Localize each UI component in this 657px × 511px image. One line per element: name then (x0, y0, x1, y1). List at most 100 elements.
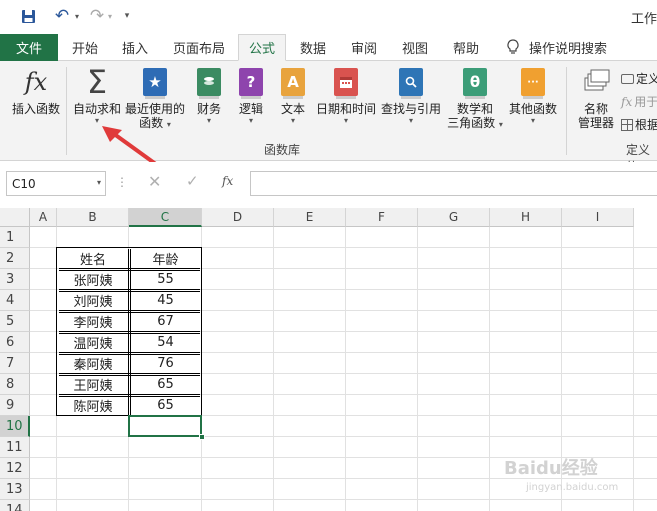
more-functions-button[interactable]: ··· 其他函数 ▾ (504, 65, 562, 126)
selected-cell-c10[interactable] (128, 415, 202, 437)
enter-check-icon[interactable]: ✓ (186, 172, 199, 190)
text-book-icon: A (278, 65, 308, 99)
gridline-vertical (417, 227, 418, 511)
tab-view[interactable]: 视图 (394, 34, 436, 61)
tab-data[interactable]: 数据 (292, 34, 334, 61)
math-icon-symbol: θ (463, 68, 487, 99)
row-header-12[interactable]: 12 (0, 458, 30, 479)
insert-function-button[interactable]: fx 插入函数 (8, 65, 64, 116)
tab-formulas[interactable]: 公式 (238, 34, 286, 61)
row-header-8[interactable]: 8 (0, 374, 30, 395)
column-header-a[interactable]: A (30, 208, 57, 227)
math-trig-label-1: 数学和 (456, 102, 493, 116)
title-bar: ↶ ▾ ↷ ▾ ▾ 工作 (0, 0, 657, 34)
undo-dropdown-icon[interactable]: ▾ (72, 6, 82, 26)
undo-icon[interactable]: ↶ (50, 6, 74, 26)
name-manager-label-2: 管理器 (577, 116, 614, 130)
create-from-selection-button[interactable]: 根据 (621, 116, 657, 133)
math-trig-label-2-text: 三角函数 (447, 116, 496, 130)
tab-help[interactable]: 帮助 (445, 34, 487, 61)
select-all-corner[interactable] (0, 208, 30, 227)
row-header-11[interactable]: 11 (0, 437, 30, 458)
row-header-9[interactable]: 9 (0, 395, 30, 416)
column-header-d[interactable]: D (202, 208, 274, 227)
baidu-watermark: Baidu经验 jingyan.baidu.com (504, 454, 634, 504)
fill-handle[interactable] (199, 434, 205, 440)
tab-review[interactable]: 审阅 (343, 34, 385, 61)
lightbulb-icon (507, 39, 519, 54)
customize-qat-icon[interactable]: ▾ (120, 6, 134, 26)
column-header-f[interactable]: F (346, 208, 418, 227)
sigma-icon-symbol: Σ (86, 63, 108, 101)
tab-home[interactable]: 开始 (64, 34, 106, 61)
more-functions-caret-icon: ▾ (530, 116, 535, 125)
name-box-value: C10 (12, 176, 36, 191)
ribbon-tabs: 文件 开始 插入 页面布局 公式 数据 审阅 视图 帮助 操作说明搜索 (0, 34, 657, 61)
insert-function-label: 插入函数 (11, 102, 60, 116)
financial-button[interactable]: 财务 ▾ (192, 65, 226, 126)
use-in-formula-button[interactable]: fx 用于 (621, 93, 657, 110)
row-header-5[interactable]: 5 (0, 311, 30, 332)
insert-function-fx-icon[interactable]: fx (222, 174, 233, 188)
text-button[interactable]: A 文本 ▾ (276, 65, 310, 126)
math-trig-button[interactable]: θ 数学和 三角函数 ▾ (444, 65, 506, 130)
row-header-3[interactable]: 3 (0, 269, 30, 290)
gridline-vertical (489, 227, 490, 511)
save-icon[interactable] (18, 6, 38, 26)
column-header-g[interactable]: G (418, 208, 490, 227)
math-trig-label-2: 三角函数 ▾ (447, 116, 503, 130)
coins-book-icon (194, 65, 224, 99)
undo-symbol: ↶ (54, 6, 70, 26)
gridline-vertical (273, 227, 274, 511)
redo-dropdown-icon[interactable]: ▾ (105, 6, 115, 26)
define-name-button[interactable]: 定义 (621, 70, 657, 87)
formula-bar-grip-icon[interactable]: ⋮ (116, 175, 128, 189)
text-caret-icon: ▾ (290, 116, 295, 125)
dots-book-icon: ··· (518, 65, 548, 99)
row-header-10[interactable]: 10 (0, 416, 30, 437)
formula-fx-icon: fx (621, 94, 633, 109)
gridline-vertical (345, 227, 346, 511)
table-column-border (128, 249, 129, 415)
column-header-b[interactable]: B (57, 208, 129, 227)
grid-selection-icon (621, 118, 633, 131)
lookup-reference-button[interactable]: 查找与引用 ▾ (380, 65, 442, 126)
row-header-14[interactable]: 14 (0, 500, 30, 511)
use-in-formula-label: 用于 (634, 95, 657, 109)
column-header-e[interactable]: E (274, 208, 346, 227)
redo-symbol: ↷ (89, 6, 105, 26)
spreadsheet-grid[interactable]: A B C D E F G H I 1 2 3 4 5 6 7 8 9 10 11 12 13 14 姓名 年龄 张阿姨 55 刘阿姨… (0, 208, 657, 511)
text-icon-symbol: A (281, 68, 305, 99)
watermark-url: jingyan.baidu.com (526, 482, 619, 493)
tell-me-search[interactable]: 操作说明搜索 (528, 34, 608, 61)
cancel-icon[interactable]: ✕ (148, 172, 161, 191)
row-header-1[interactable]: 1 (0, 227, 30, 248)
name-box[interactable]: C10 ▾ (6, 171, 106, 196)
column-header-i[interactable]: I (562, 208, 634, 227)
name-manager-button[interactable]: 名称 管理器 (574, 65, 618, 130)
row-header-6[interactable]: 6 (0, 332, 30, 353)
tab-page-layout[interactable]: 页面布局 (166, 34, 232, 61)
datetime-label: 日期和时间 (315, 102, 376, 116)
recently-used-button[interactable]: ★ 最近使用的 函数 ▾ (124, 65, 186, 130)
column-header-h[interactable]: H (490, 208, 562, 227)
autosum-button[interactable]: Σ 自动求和 ▾ (70, 65, 124, 126)
tab-insert[interactable]: 插入 (114, 34, 156, 61)
function-icon-symbol: fx (24, 68, 48, 96)
lookup-reference-caret-icon: ▾ (408, 116, 413, 125)
name-box-dropdown-icon[interactable]: ▾ (97, 178, 101, 187)
logical-button[interactable]: ? 逻辑 ▾ (234, 65, 268, 126)
formula-input[interactable] (250, 171, 657, 196)
datetime-button[interactable]: 日期和时间 ▾ (314, 65, 378, 126)
customize-qat-symbol: ▾ (124, 11, 130, 21)
ribbon-separator (566, 67, 567, 155)
magnifier-book-icon (396, 65, 426, 99)
math-trig-caret-icon: ▾ (498, 120, 503, 129)
function-icon: fx (21, 65, 51, 99)
column-header-c[interactable]: C (129, 208, 202, 227)
tab-file[interactable]: 文件 (0, 34, 58, 61)
row-header-4[interactable]: 4 (0, 290, 30, 311)
row-header-2[interactable]: 2 (0, 248, 30, 269)
row-header-7[interactable]: 7 (0, 353, 30, 374)
row-header-13[interactable]: 13 (0, 479, 30, 500)
